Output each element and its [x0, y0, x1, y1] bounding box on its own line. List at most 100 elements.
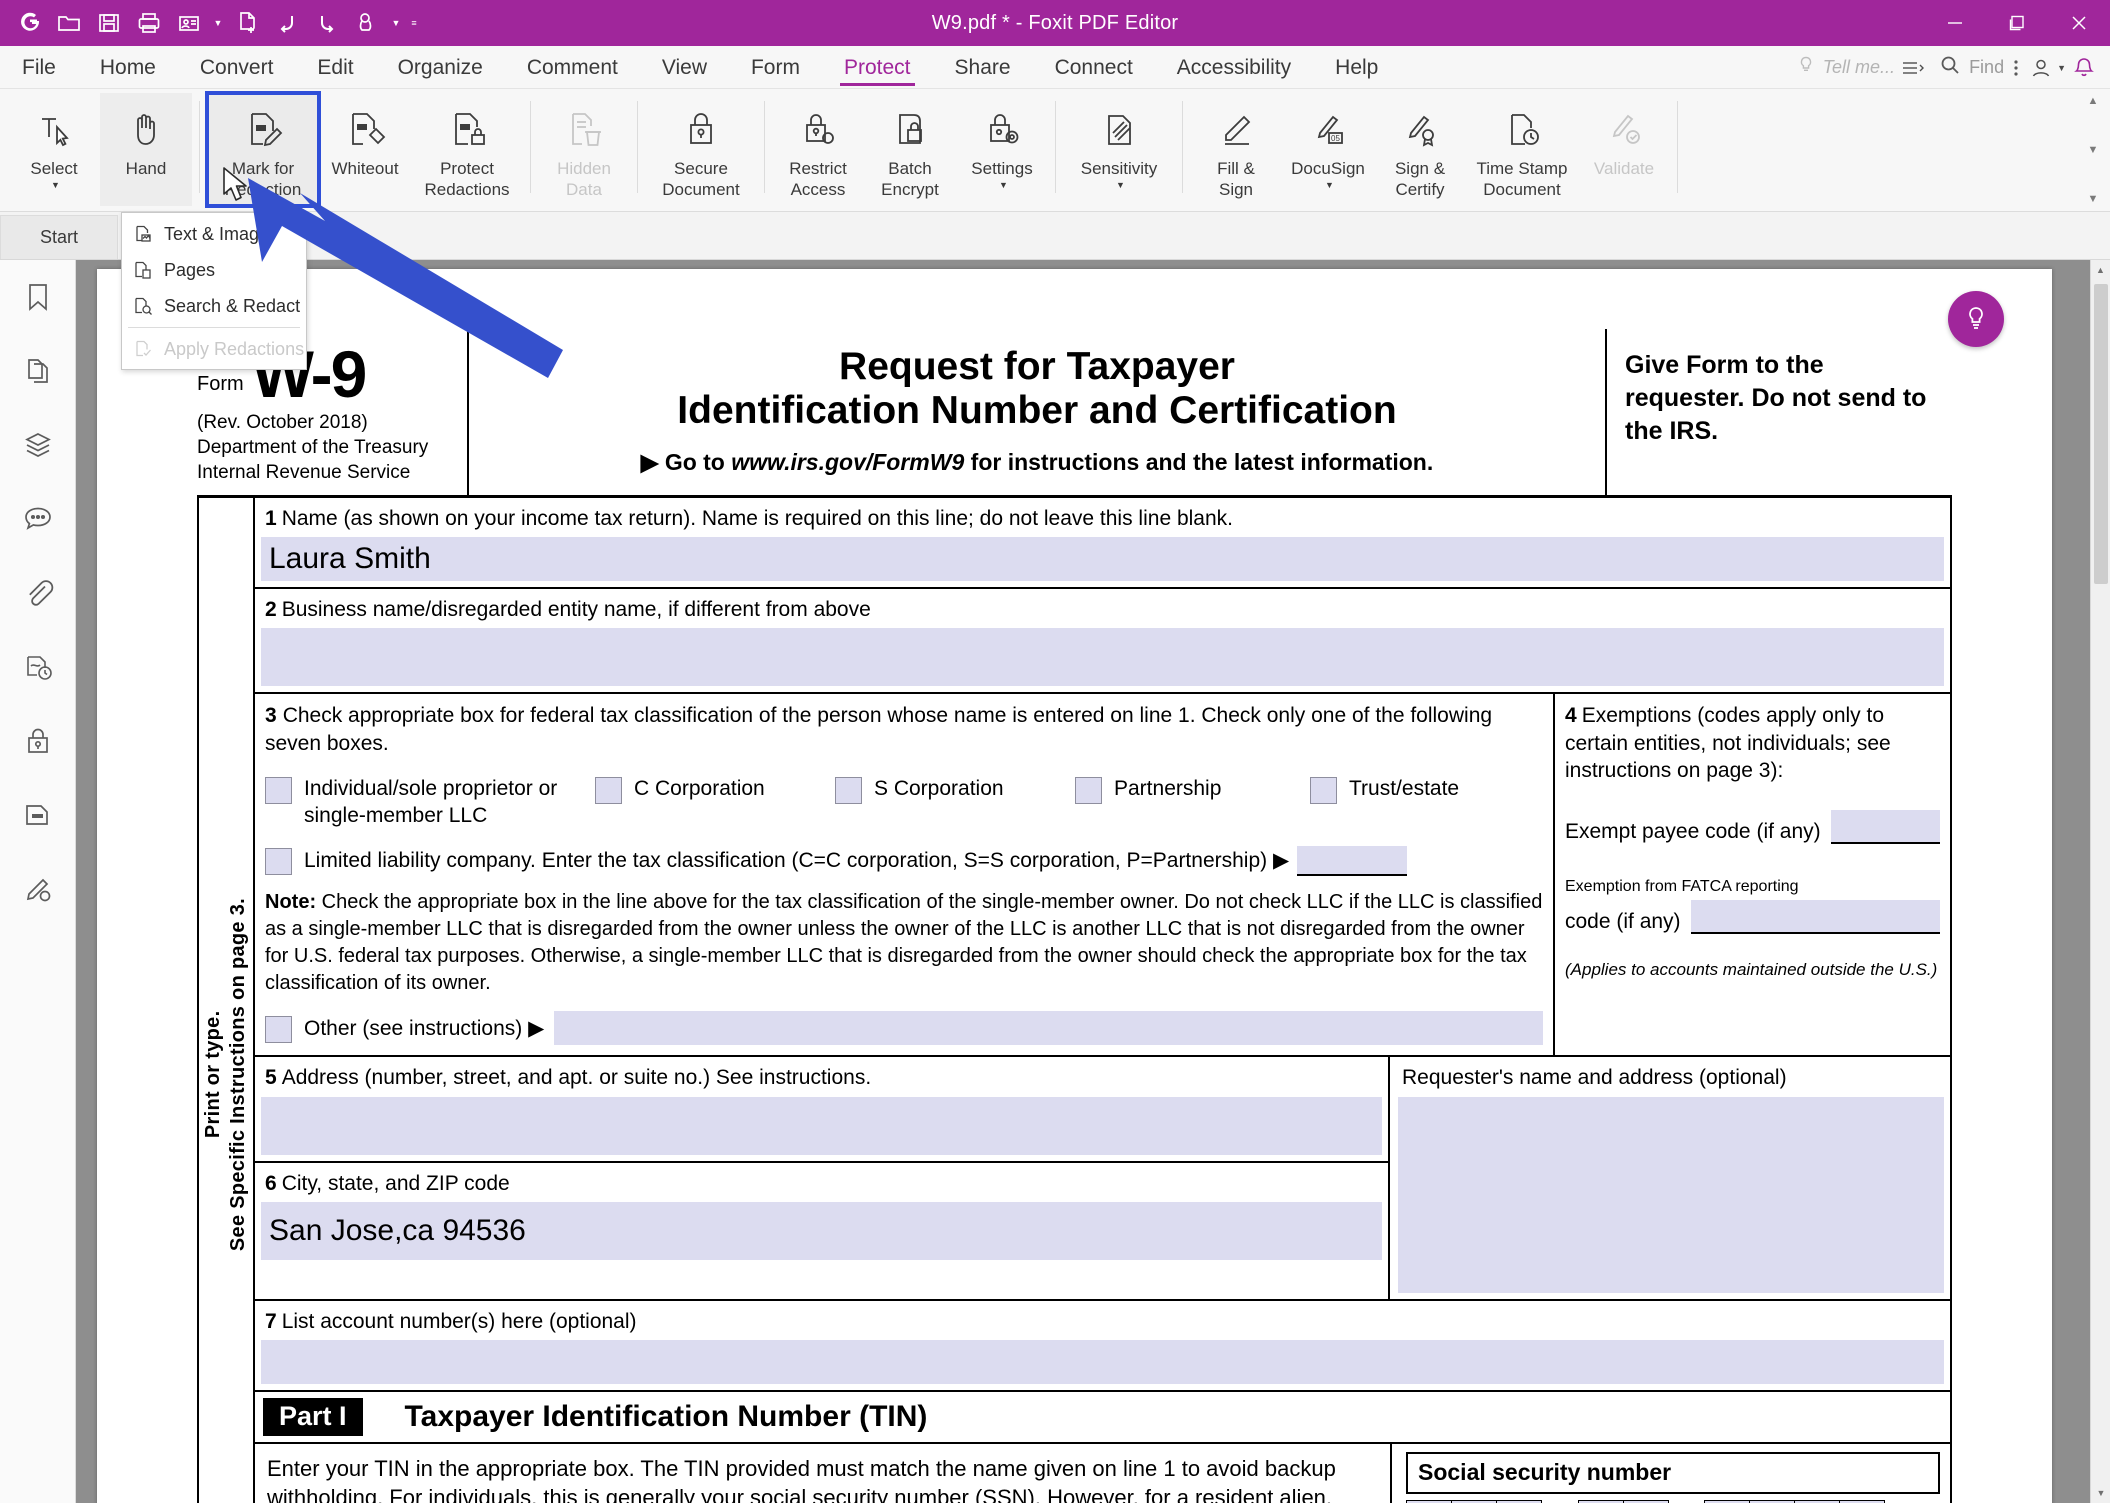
security-icon[interactable]: [0, 704, 76, 778]
menu-item-pages[interactable]: Pages: [122, 252, 306, 288]
minimize-button[interactable]: [1924, 0, 1986, 46]
customize-toolbar-icon[interactable]: ≡: [406, 6, 422, 40]
line6-input[interactable]: San Jose,ca 94536: [261, 1201, 1382, 1260]
ribbon-button-secure-document[interactable]: Secure Document: [645, 93, 757, 206]
tab-view[interactable]: View: [640, 46, 729, 89]
more-options-icon[interactable]: [2010, 57, 2022, 79]
account-dropdown-icon[interactable]: ▼: [2057, 63, 2066, 73]
checkbox-box[interactable]: [1310, 777, 1337, 805]
ribbon-button-hidden-data[interactable]: Hidden Data: [538, 93, 630, 206]
checkbox-partnership[interactable]: Partnership: [1075, 775, 1310, 805]
scrollbar-thumb[interactable]: [2094, 284, 2108, 584]
goto-url[interactable]: www.irs.gov/FormW9: [731, 449, 964, 475]
line2-input[interactable]: [261, 628, 1944, 687]
tab-help[interactable]: Help: [1313, 46, 1400, 89]
mark-for-redaction-menu[interactable]: Text & Image Pages Search & Redact Apply…: [121, 212, 307, 370]
vertical-scrollbar[interactable]: ▲ ▼: [2090, 260, 2110, 1503]
exempt-payee-input[interactable]: [1830, 810, 1940, 845]
tell-me-box[interactable]: Tell me...: [1796, 55, 1895, 80]
select-dropdown-icon[interactable]: ▼: [51, 180, 60, 190]
print-icon[interactable]: [130, 6, 168, 40]
checkbox-box[interactable]: [1075, 777, 1102, 805]
checkbox-individual-sole-proprietor[interactable]: Individual/sole proprietor or single-mem…: [265, 775, 595, 830]
security-settings-dropdown-icon[interactable]: ▼: [999, 180, 1008, 190]
layers-icon[interactable]: [0, 408, 76, 482]
create-pdf-icon[interactable]: [228, 6, 266, 40]
save-icon[interactable]: [90, 6, 128, 40]
digital-signature-history-icon[interactable]: [0, 630, 76, 704]
find-input[interactable]: Find: [1969, 57, 2004, 78]
checkbox-trust-estate[interactable]: Trust/estate: [1310, 775, 1459, 805]
ribbon-button-batch-encrypt[interactable]: Batch Encrypt: [864, 93, 956, 206]
ribbon-button-whiteout[interactable]: Whiteout: [319, 93, 411, 206]
page-thumbnails-icon[interactable]: [0, 334, 76, 408]
ribbon-button-protect-redactions[interactable]: Protect Redactions: [411, 93, 523, 206]
maximize-button[interactable]: [1986, 0, 2048, 46]
ribbon-button-sensitivity[interactable]: Sensitivity ▼: [1063, 93, 1175, 206]
email-dropdown-icon[interactable]: ▼: [210, 6, 226, 40]
tab-file[interactable]: File: [0, 46, 78, 89]
account-button[interactable]: ▼: [2028, 55, 2066, 81]
ribbon-button-hand[interactable]: Hand: [100, 93, 192, 206]
tab-protect[interactable]: Protect: [822, 46, 933, 89]
line1-input[interactable]: Laura Smith: [261, 537, 1944, 582]
tab-edit[interactable]: Edit: [295, 46, 375, 89]
menu-item-text-and-image[interactable]: Text & Image: [122, 216, 306, 252]
notification-bell-icon[interactable]: [2072, 56, 2096, 80]
other-input[interactable]: [554, 1011, 1543, 1046]
scroll-up-icon[interactable]: ▲: [2091, 260, 2110, 280]
ribbon-button-time-stamp-document[interactable]: Time Stamp Document: [1466, 93, 1578, 206]
ribbon-button-mark-for-redaction[interactable]: Mark for Redaction: [205, 91, 321, 208]
attachments-icon[interactable]: [0, 556, 76, 630]
menu-item-apply-redactions[interactable]: Apply Redactions: [122, 331, 306, 367]
document-viewport[interactable]: Form W-9 (Rev. October 2018) Department …: [76, 260, 2110, 1503]
redo-icon[interactable]: [308, 6, 346, 40]
checkbox-c-corporation[interactable]: C Corporation: [595, 775, 835, 805]
tab-share[interactable]: Share: [933, 46, 1033, 89]
checkbox-box[interactable]: [595, 777, 622, 805]
tab-accessibility[interactable]: Accessibility: [1155, 46, 1313, 89]
tab-connect[interactable]: Connect: [1033, 46, 1155, 89]
tab-convert[interactable]: Convert: [178, 46, 296, 89]
ribbon-scroll-up-icon[interactable]: ▲: [2088, 95, 2099, 107]
tab-comment[interactable]: Comment: [505, 46, 640, 89]
tab-start[interactable]: Start: [0, 215, 118, 259]
checkbox-limited-liability-company[interactable]: [265, 848, 292, 876]
ribbon-button-restrict-access[interactable]: Restrict Access: [772, 93, 864, 206]
tab-form[interactable]: Form: [729, 46, 822, 89]
ribbon-button-docusign[interactable]: 05 DocuSign ▼: [1282, 93, 1374, 206]
ribbon-expand-icon[interactable]: ▼: [2088, 193, 2099, 205]
lightbulb-icon[interactable]: [1948, 291, 2004, 347]
view-mode-icon[interactable]: [1901, 58, 1927, 78]
ribbon-button-validate[interactable]: Validate: [1578, 93, 1670, 206]
pdf-page[interactable]: Form W-9 (Rev. October 2018) Department …: [97, 269, 2052, 1503]
checkbox-box[interactable]: [835, 777, 862, 805]
ribbon-button-select[interactable]: Select ▼: [8, 93, 100, 206]
close-button[interactable]: [2048, 0, 2110, 46]
requester-input[interactable]: [1398, 1096, 1944, 1293]
open-icon[interactable]: [50, 6, 88, 40]
comments-icon[interactable]: [0, 482, 76, 556]
sensitivity-dropdown-icon[interactable]: ▼: [1116, 180, 1125, 190]
ribbon-scroll-controls[interactable]: ▲ ▼ ▼: [2082, 91, 2104, 209]
line5-input[interactable]: [261, 1096, 1382, 1155]
line7-input[interactable]: [261, 1339, 1944, 1384]
checkbox-s-corporation[interactable]: S Corporation: [835, 775, 1075, 805]
email-icon[interactable]: [170, 6, 208, 40]
ribbon-scroll-down-icon[interactable]: ▼: [2088, 144, 2099, 156]
fields-icon[interactable]: [0, 778, 76, 852]
menu-item-search-and-redact[interactable]: Search & Redact: [122, 288, 306, 324]
docusign-dropdown-icon[interactable]: ▼: [1325, 180, 1334, 190]
ribbon-button-fill-and-sign[interactable]: Fill & Sign: [1190, 93, 1282, 206]
ribbon-button-sign-and-certify[interactable]: Sign & Certify: [1374, 93, 1466, 206]
scroll-down-icon[interactable]: ▼: [2091, 1483, 2110, 1503]
tab-organize[interactable]: Organize: [376, 46, 505, 89]
bookmarks-icon[interactable]: [0, 260, 76, 334]
undo-icon[interactable]: [268, 6, 306, 40]
checkbox-other[interactable]: [265, 1015, 292, 1043]
touch-mode-dropdown-icon[interactable]: ▼: [388, 6, 404, 40]
sign-icon[interactable]: [0, 852, 76, 926]
fatca-input[interactable]: [1690, 900, 1940, 935]
touch-mode-icon[interactable]: [348, 6, 386, 40]
find-box[interactable]: Find: [1939, 54, 2004, 81]
